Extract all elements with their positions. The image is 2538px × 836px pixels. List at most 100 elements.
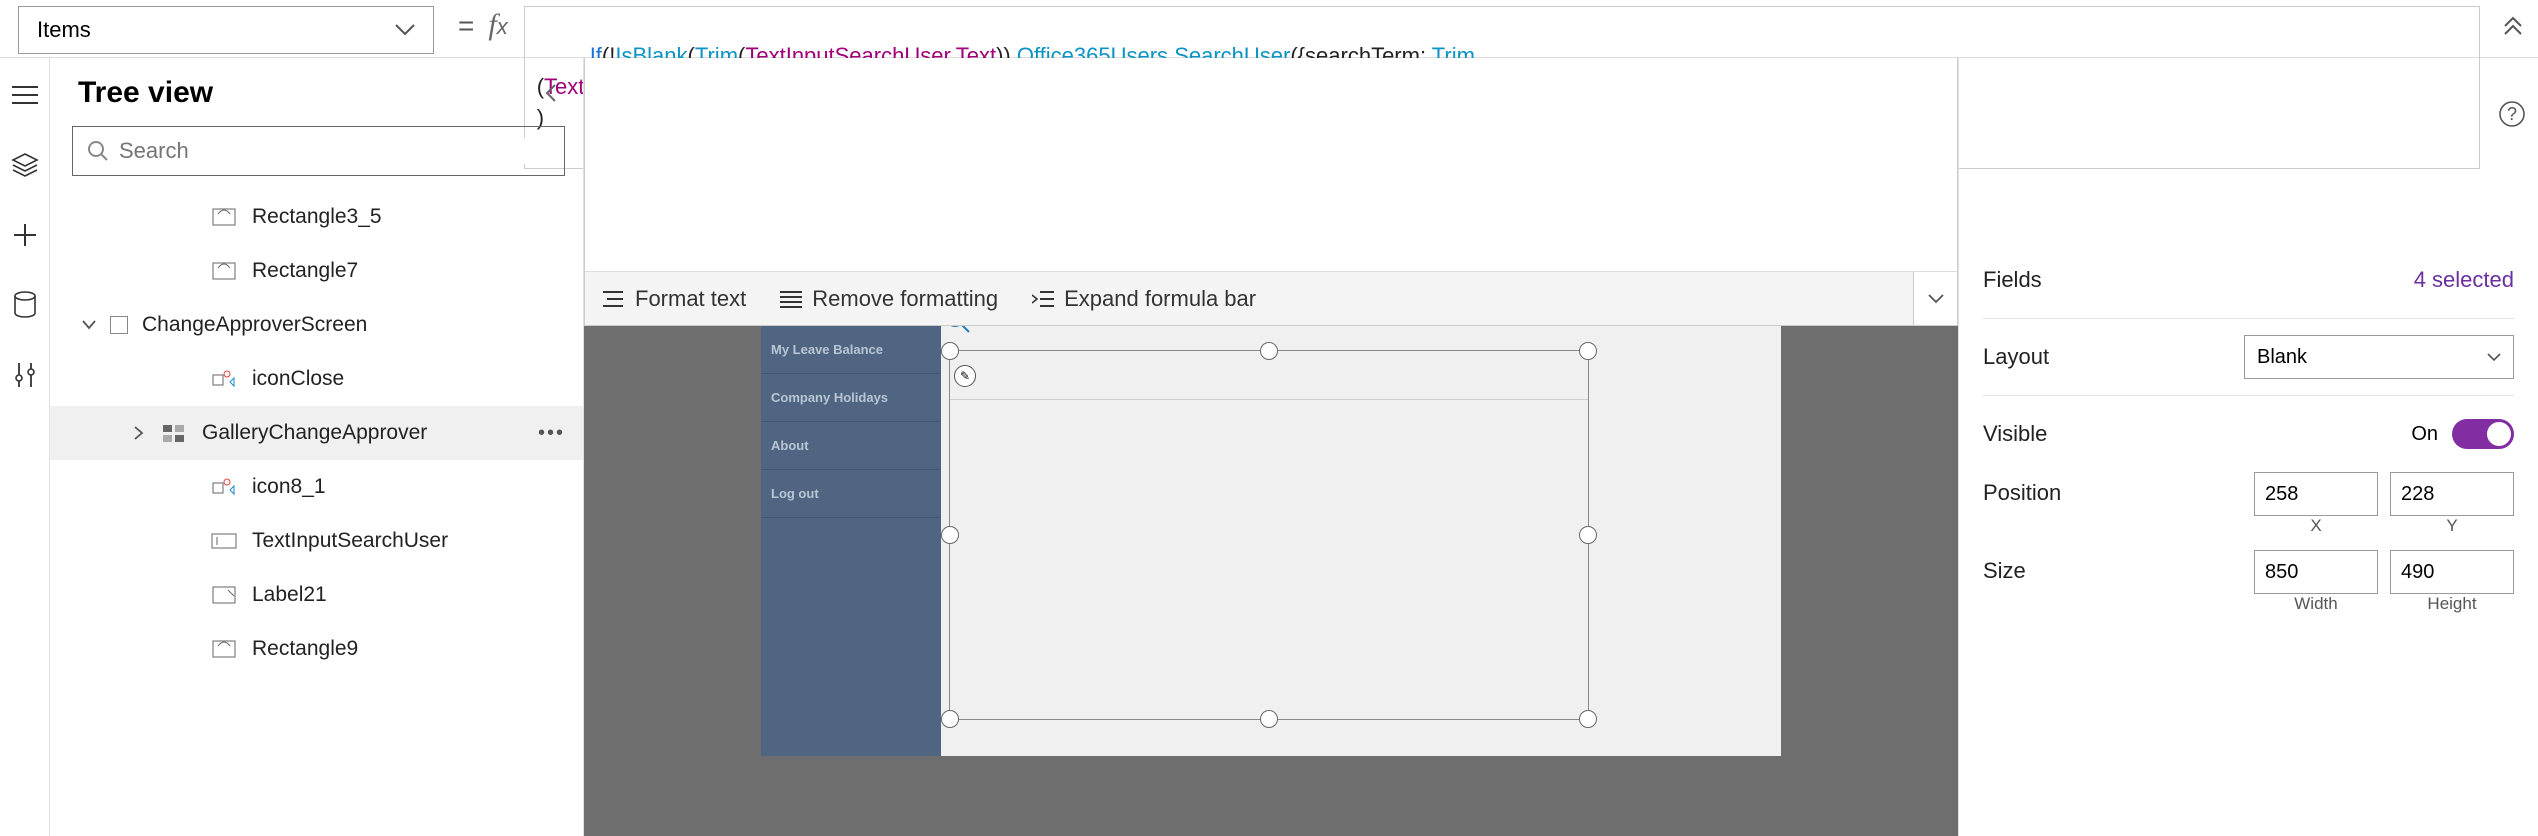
expand-icon xyxy=(1032,289,1054,309)
position-y-input[interactable]: 228 xyxy=(2390,472,2514,516)
format-text-button[interactable]: Format text xyxy=(603,286,746,312)
app-sidebar-item[interactable]: Log out xyxy=(761,470,941,518)
equals-sign: = xyxy=(434,0,488,42)
layout-row: Layout Blank xyxy=(1983,333,2514,381)
rectangle-icon xyxy=(210,208,238,226)
remove-formatting-icon xyxy=(780,290,802,308)
position-row: Position 258 228 X Y xyxy=(1983,472,2514,536)
help-icon[interactable]: ? xyxy=(2498,100,2526,128)
data-icon[interactable] xyxy=(10,290,40,320)
resize-handle[interactable] xyxy=(941,710,959,728)
tree-item-label: Rectangle7 xyxy=(252,259,358,283)
position-x-input[interactable]: 258 xyxy=(2254,472,2378,516)
layout-label: Layout xyxy=(1983,344,2049,370)
formula-toolbar: Format text Remove formatting Expand for… xyxy=(585,271,1957,325)
chevron-down-icon xyxy=(2487,353,2501,362)
textinput-icon xyxy=(210,533,238,549)
search-icon xyxy=(87,140,109,162)
width-label: Width xyxy=(2254,594,2378,614)
format-text-icon xyxy=(603,290,625,308)
tree-item-label: TextInputSearchUser xyxy=(252,529,448,553)
visible-label: Visible xyxy=(1983,421,2047,447)
rectangle-icon xyxy=(210,262,238,280)
edit-icon[interactable]: ✎ xyxy=(954,365,976,387)
label-icon xyxy=(210,586,238,604)
tree-view-panel: Tree view Rectangle3_5 Rectangle7 xyxy=(50,58,584,836)
resize-handle[interactable] xyxy=(1579,342,1597,360)
tree-search-input[interactable] xyxy=(72,126,565,176)
hamburger-icon[interactable] xyxy=(10,80,40,110)
tree-item-label: GalleryChangeApprover xyxy=(202,421,427,445)
fields-edit-link[interactable]: 4 selected xyxy=(2414,267,2514,293)
app-preview: My Leave Balance Company Holidays About … xyxy=(761,326,1781,756)
size-row: Size 850 490 Width Height xyxy=(1983,550,2514,614)
resize-handle[interactable] xyxy=(941,342,959,360)
collapse-formula-icon[interactable] xyxy=(2488,0,2538,36)
resize-handle[interactable] xyxy=(1579,710,1597,728)
remove-formatting-button[interactable]: Remove formatting xyxy=(780,286,998,312)
resize-handle[interactable] xyxy=(1260,342,1278,360)
tools-icon[interactable] xyxy=(10,360,40,390)
more-options-icon[interactable]: ••• xyxy=(538,422,565,445)
rectangle-icon xyxy=(210,640,238,658)
resize-handle[interactable] xyxy=(1579,526,1597,544)
tree-item-changeapproverscreen[interactable]: ChangeApproverScreen xyxy=(50,298,583,352)
tree-item-label: icon8_1 xyxy=(252,475,326,499)
visible-toggle[interactable] xyxy=(2452,419,2514,449)
chevron-right-icon[interactable] xyxy=(134,426,144,440)
tree-item-label: Rectangle3_5 xyxy=(252,205,382,229)
gallery-icon xyxy=(160,424,188,442)
tree-item-label: ChangeApproverScreen xyxy=(142,313,367,337)
tree-item-rectangle9[interactable]: Rectangle9 xyxy=(50,622,583,676)
properties-panel: ? Fields 4 selected Layout Blank Visible… xyxy=(1958,58,2538,836)
tree-view-title: Tree view xyxy=(78,76,213,110)
tree-list: Rectangle3_5 Rectangle7 ChangeApproverSc… xyxy=(50,190,583,836)
x-axis-label: X xyxy=(2254,516,2378,536)
app-sidebar-item[interactable]: My Leave Balance xyxy=(761,326,941,374)
selected-gallery-control[interactable]: ✎ xyxy=(949,350,1589,720)
svg-text:?: ? xyxy=(2507,104,2517,124)
tree-item-icon8-1[interactable]: icon8_1 xyxy=(50,460,583,514)
tree-item-gallerychangeapprover[interactable]: GalleryChangeApprover ••• xyxy=(50,406,583,460)
formula-bar: Items = fx If(!IsBlank(Trim(TextInputSea… xyxy=(0,0,2538,58)
y-axis-label: Y xyxy=(2390,516,2514,536)
resize-handle[interactable] xyxy=(941,526,959,544)
fx-icon[interactable]: fx xyxy=(488,0,517,42)
collapse-panel-icon[interactable] xyxy=(543,81,559,105)
app-sidebar-item[interactable]: About xyxy=(761,422,941,470)
layout-value: Blank xyxy=(2257,346,2307,369)
size-label: Size xyxy=(1983,550,2026,584)
app-sidebar: My Leave Balance Company Holidays About … xyxy=(761,326,941,756)
size-width-input[interactable]: 850 xyxy=(2254,550,2378,594)
app-sidebar-item[interactable]: Company Holidays xyxy=(761,374,941,422)
tree-view-icon[interactable] xyxy=(10,150,40,180)
left-rail xyxy=(0,58,50,836)
visible-value: On xyxy=(2411,423,2438,446)
design-canvas[interactable]: My Leave Balance Company Holidays About … xyxy=(584,326,1958,836)
resize-handle[interactable] xyxy=(1260,710,1278,728)
tree-item-label: Rectangle9 xyxy=(252,637,358,661)
insert-icon[interactable] xyxy=(10,220,40,250)
tree-item-rectangle3-5[interactable]: Rectangle3_5 xyxy=(50,190,583,244)
chevron-down-icon xyxy=(395,24,415,36)
tree-item-rectangle7[interactable]: Rectangle7 xyxy=(50,244,583,298)
height-label: Height xyxy=(2390,594,2514,614)
tree-item-iconclose[interactable]: iconClose xyxy=(50,352,583,406)
formula-expanded-area[interactable]: Format text Remove formatting Expand for… xyxy=(584,58,1958,326)
position-label: Position xyxy=(1983,472,2061,506)
tree-item-label21[interactable]: Label21 xyxy=(50,568,583,622)
group-icon xyxy=(210,370,238,388)
tree-item-label: iconClose xyxy=(252,367,344,391)
tree-search-field[interactable] xyxy=(119,138,550,164)
layout-dropdown[interactable]: Blank xyxy=(2244,335,2514,379)
property-dropdown[interactable]: Items xyxy=(18,6,434,54)
formula-dropdown-icon[interactable] xyxy=(1913,272,1957,325)
chevron-down-icon[interactable] xyxy=(82,320,96,330)
tree-item-textinputsearchuser[interactable]: TextInputSearchUser xyxy=(50,514,583,568)
screen-checkbox[interactable] xyxy=(110,316,128,334)
size-height-input[interactable]: 490 xyxy=(2390,550,2514,594)
group-icon xyxy=(210,478,238,496)
expand-formula-bar-button[interactable]: Expand formula bar xyxy=(1032,286,1256,312)
canvas-area: Format text Remove formatting Expand for… xyxy=(584,58,1958,836)
tree-item-label: Label21 xyxy=(252,583,327,607)
